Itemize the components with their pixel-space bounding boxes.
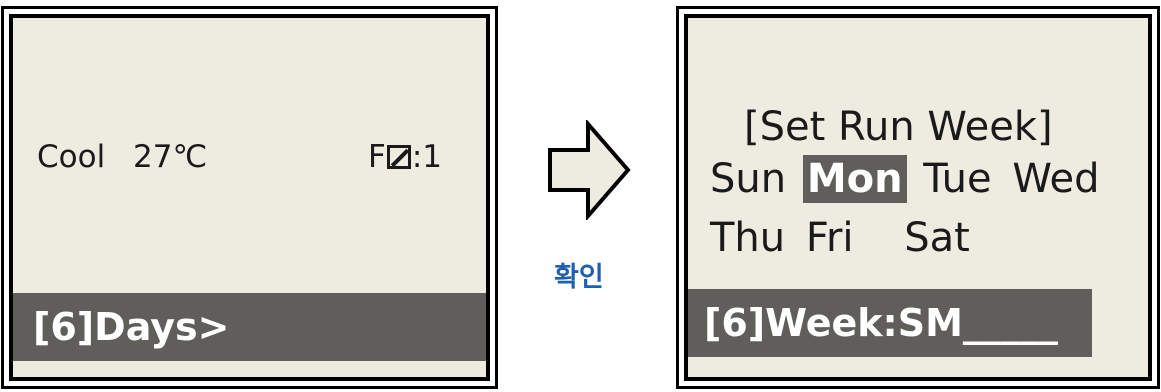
lcd-screen-before: Cool 27℃ F :1 [6]Days> bbox=[1, 6, 498, 389]
weekday-row-2: Thu Fri Sat bbox=[706, 214, 974, 262]
day-fri: Fri bbox=[805, 215, 854, 261]
mode-label: Cool bbox=[37, 139, 106, 175]
week-menu-bar: [6]Week:SM_____ bbox=[688, 289, 1092, 357]
confirm-label: 확인 bbox=[554, 262, 604, 293]
set-run-week-title: [Set Run Week] bbox=[744, 104, 1053, 150]
fan-prefix: F bbox=[368, 139, 386, 175]
fan-value: :1 bbox=[411, 139, 443, 175]
days-menu-bar: [6]Days> bbox=[13, 293, 486, 361]
day-sat: Sat bbox=[904, 215, 970, 261]
weekday-row-1: Sun Mon Tue Wed bbox=[706, 155, 1104, 203]
day-sun: Sun bbox=[710, 156, 787, 202]
right-arrow-icon bbox=[548, 120, 631, 220]
day-tue: Tue bbox=[923, 156, 992, 202]
fan-speed-indicator: F :1 bbox=[368, 139, 442, 175]
temperature-label: 27℃ bbox=[133, 139, 208, 175]
lcd-screen-after: [Set Run Week] Sun Mon Tue Wed Thu Fri S… bbox=[676, 6, 1160, 389]
day-wed: Wed bbox=[1012, 156, 1100, 202]
fan-icon bbox=[386, 145, 411, 169]
day-thu: Thu bbox=[710, 215, 786, 261]
day-mon-selected: Mon bbox=[802, 155, 907, 203]
